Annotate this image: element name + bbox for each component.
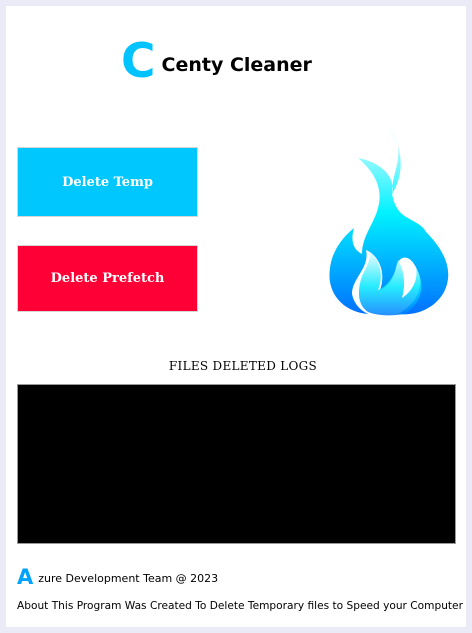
logs-label: FILES DELETED LOGS — [168, 359, 318, 373]
delete-temp-button[interactable]: Delete Temp — [17, 147, 198, 217]
footer-team-text: zure Development Team @ 2023 — [38, 572, 219, 585]
delete-prefetch-button[interactable]: Delete Prefetch — [17, 245, 198, 312]
app-title: Centy Cleaner — [161, 54, 312, 76]
flame-icon — [329, 130, 449, 316]
footer-team-letter: A — [17, 565, 34, 589]
footer-team: A zure Development Team @ 2023 — [17, 566, 218, 588]
footer-about-text: About This Program Was Created To Delete… — [17, 600, 463, 612]
app-logo-letter: C — [121, 34, 156, 89]
app-header: C Centy Cleaner — [121, 34, 312, 89]
deleted-files-log[interactable] — [17, 384, 456, 544]
